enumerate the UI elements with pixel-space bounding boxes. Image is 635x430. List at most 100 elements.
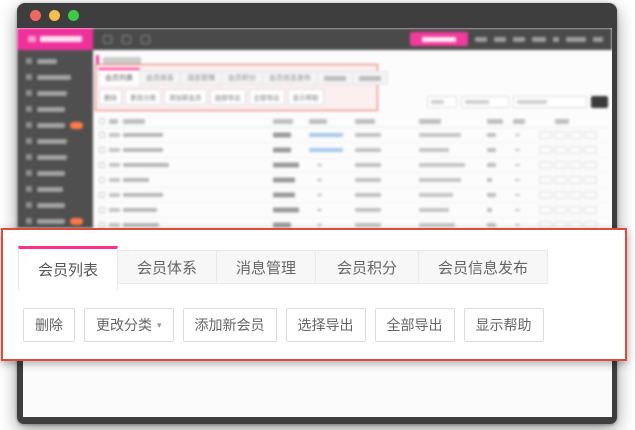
action-chip[interactable] [554, 191, 567, 199]
export-all-button[interactable]: 全部导出 [375, 308, 455, 342]
action-chip[interactable] [584, 176, 597, 184]
sidebar-item[interactable] [17, 106, 93, 112]
header-menu-item[interactable] [475, 37, 487, 42]
cell-username-link-placeholder[interactable] [123, 193, 163, 197]
mini-tab-member-points[interactable]: 会员积分 [221, 71, 263, 85]
tab-message-management[interactable]: 消息管理 [216, 250, 316, 284]
select-export-button[interactable]: 选择导出 [286, 308, 366, 342]
mini-tab-settings-placeholder[interactable] [317, 71, 353, 85]
action-chip[interactable] [539, 191, 552, 199]
filter-select[interactable] [427, 96, 457, 108]
cell-username-link-placeholder[interactable] [123, 148, 163, 152]
action-chip[interactable] [539, 161, 552, 169]
sidebar-item[interactable] [17, 74, 93, 80]
cell-username-link-placeholder[interactable] [123, 208, 157, 212]
sidebar-item[interactable] [17, 154, 93, 160]
header-menu-item[interactable] [593, 37, 603, 42]
mini-tab-message-management[interactable]: 消息管理 [180, 71, 222, 85]
show-help-button[interactable]: 显示帮助 [464, 308, 544, 342]
action-chip[interactable] [584, 131, 597, 139]
delete-button[interactable]: 删除 [23, 308, 75, 342]
action-chip[interactable] [584, 191, 597, 199]
cell-username-link-placeholder[interactable] [123, 178, 149, 182]
row-checkbox[interactable] [99, 147, 105, 153]
search-input[interactable] [513, 96, 587, 108]
sidebar-item[interactable] [17, 58, 93, 64]
search-controls [427, 96, 608, 108]
add-member-button[interactable]: 添加新会员 [183, 308, 277, 342]
action-chip[interactable] [584, 206, 597, 214]
action-chip[interactable] [539, 206, 552, 214]
close-window-button[interactable] [30, 10, 41, 21]
header-menu-item[interactable] [553, 37, 559, 42]
action-chip[interactable] [569, 176, 582, 184]
mini-add-member-button[interactable]: 添加新会员 [164, 89, 207, 105]
mini-change-category-button[interactable]: 更改分类 [125, 89, 161, 105]
mini-select-export-button[interactable]: 选择导出 [210, 89, 246, 105]
sidebar-item[interactable] [17, 202, 93, 208]
action-chip[interactable] [584, 161, 597, 169]
cell-username-link-placeholder[interactable] [123, 133, 163, 137]
window-frame-edge [17, 361, 23, 417]
zoom-window-button[interactable] [68, 10, 79, 21]
sidebar-item-icon [26, 74, 32, 80]
sidebar-item[interactable] [17, 138, 93, 144]
change-category-button[interactable]: 更改分类▾ [84, 308, 174, 342]
action-chip[interactable] [539, 131, 552, 139]
mini-delete-button[interactable]: 删除 [99, 89, 122, 105]
sidebar-item[interactable] [17, 186, 93, 192]
sidebar-item[interactable] [17, 170, 93, 176]
header-menu-item[interactable] [532, 37, 546, 42]
action-chip[interactable] [554, 206, 567, 214]
tab-member-info-publish[interactable]: 会员信息发布 [418, 250, 548, 284]
minimize-window-button[interactable] [49, 10, 60, 21]
action-chip[interactable] [554, 161, 567, 169]
admin-logo[interactable] [17, 28, 93, 50]
header-menu-item[interactable] [494, 37, 506, 42]
header-menu-item[interactable] [566, 37, 586, 42]
sidebar-item[interactable] [17, 218, 93, 224]
mini-tab-settings-placeholder[interactable] [352, 71, 388, 85]
admin-header [17, 28, 612, 50]
sidebar-item[interactable] [17, 90, 93, 96]
action-chip[interactable] [584, 146, 597, 154]
row-checkbox[interactable] [99, 132, 105, 138]
mini-show-help-button[interactable]: 显示帮助 [288, 89, 324, 105]
cell-username-link-placeholder[interactable] [123, 223, 159, 227]
header-icon-placeholder[interactable] [141, 35, 150, 44]
sidebar-item[interactable] [17, 122, 93, 128]
action-chip[interactable] [554, 131, 567, 139]
header-primary-button[interactable] [410, 32, 468, 46]
cell-id-placeholder [109, 223, 120, 227]
action-chip[interactable] [569, 146, 582, 154]
row-checkbox[interactable] [99, 192, 105, 198]
action-chip[interactable] [569, 161, 582, 169]
header-icon-placeholder[interactable] [122, 35, 131, 44]
tab-member-system[interactable]: 会员体系 [117, 250, 217, 284]
cell-email-link-placeholder[interactable] [309, 133, 343, 137]
mini-tab-member-info-publish[interactable]: 会员信息发布 [262, 71, 318, 85]
tab-member-list[interactable]: 会员列表 [18, 246, 118, 290]
row-checkbox[interactable] [99, 177, 105, 183]
select-all-checkbox[interactable] [99, 118, 105, 124]
row-checkbox[interactable] [99, 207, 105, 213]
mini-tab-member-system[interactable]: 会员体系 [139, 71, 181, 85]
row-checkbox[interactable] [99, 162, 105, 168]
mini-tab-member-list[interactable]: 会员列表 [98, 68, 140, 85]
action-chip[interactable] [539, 146, 552, 154]
header-icon-placeholder[interactable] [103, 35, 112, 44]
action-chip[interactable] [554, 176, 567, 184]
action-chip[interactable] [569, 206, 582, 214]
filter-select[interactable] [461, 96, 509, 108]
tab-member-points[interactable]: 会员积分 [315, 250, 419, 284]
action-chip[interactable] [569, 131, 582, 139]
action-chip[interactable] [569, 191, 582, 199]
action-chip[interactable] [554, 146, 567, 154]
search-button[interactable] [591, 96, 608, 108]
mini-export-all-button[interactable]: 全部导出 [249, 89, 285, 105]
cell-email-link-placeholder[interactable] [309, 148, 343, 152]
header-menu-item[interactable] [513, 37, 525, 42]
action-chip[interactable] [539, 176, 552, 184]
cell-username-link-placeholder[interactable] [123, 163, 169, 167]
sidebar-item-icon [26, 202, 32, 208]
